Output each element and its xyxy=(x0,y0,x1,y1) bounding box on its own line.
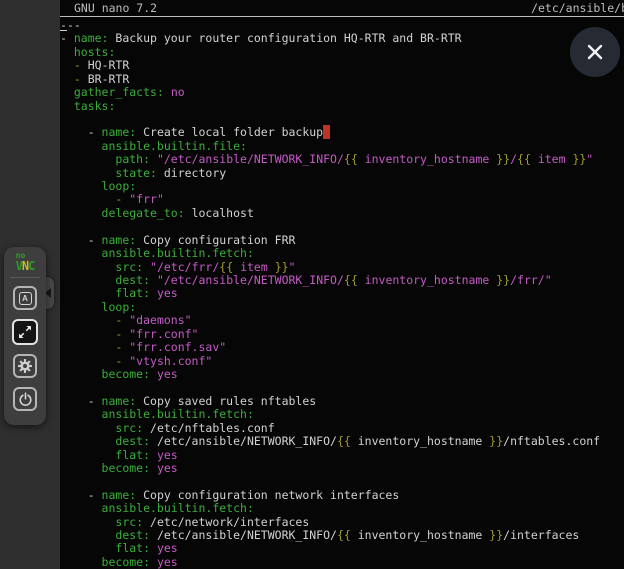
code-line xyxy=(60,220,624,233)
code-line: --- xyxy=(60,19,624,32)
fullscreen-button[interactable] xyxy=(12,319,38,345)
code-line: loop: xyxy=(60,301,624,314)
code-line: - "frr.conf.sav" xyxy=(60,341,624,354)
code-line: ansible.builtin.file: xyxy=(60,140,624,153)
code-line: flat: yes xyxy=(60,287,624,300)
code-line xyxy=(60,113,624,126)
code-line: dest: /etc/ansible/NETWORK_INFO/{{ inven… xyxy=(60,435,624,448)
code-line: - HQ-RTR xyxy=(60,59,624,72)
code-line xyxy=(60,381,624,394)
close-button[interactable] xyxy=(570,27,620,77)
code-line: src: /etc/nftables.conf xyxy=(60,422,624,435)
nano-filename: /etc/ansible/b xyxy=(531,1,624,15)
code-line: state: directory xyxy=(60,167,624,180)
code-line: path: "/etc/ansible/NETWORK_INFO/{{ inve… xyxy=(60,153,624,166)
code-area[interactable]: ---- name: Backup your router configurat… xyxy=(60,19,624,569)
nano-titlebar: GNU nano 7.2 /etc/ansible/b xyxy=(60,0,624,17)
code-line: tasks: xyxy=(60,100,624,113)
nano-version: GNU nano 7.2 xyxy=(60,1,157,15)
close-icon xyxy=(585,42,605,62)
code-line: - name: Copy saved rules nftables xyxy=(60,395,624,408)
code-line: flat: yes xyxy=(60,449,624,462)
code-line: - "vtysh.conf" xyxy=(60,355,624,368)
terminal-window[interactable]: GNU nano 7.2 /etc/ansible/b ---- name: B… xyxy=(60,0,624,569)
code-line: - "frr.conf" xyxy=(60,328,624,341)
settings-button[interactable] xyxy=(13,354,37,378)
code-line: src: /etc/network/interfaces xyxy=(60,516,624,529)
gear-icon xyxy=(17,358,33,374)
code-line: - "daemons" xyxy=(60,314,624,327)
code-line: loop: xyxy=(60,180,624,193)
code-line: - "frr" xyxy=(60,193,624,206)
code-line: ansible.builtin.fetch: xyxy=(60,247,624,260)
code-line: ansible.builtin.fetch: xyxy=(60,408,624,421)
code-line: dest: /etc/ansible/NETWORK_INFO/{{ inven… xyxy=(60,529,624,542)
code-line: dest: "/etc/ansible/NETWORK_INFO/{{ inve… xyxy=(60,274,624,287)
code-line: gather_facts: no xyxy=(60,86,624,99)
code-line: - name: Create local folder backup xyxy=(60,126,624,139)
code-line: ansible.builtin.fetch: xyxy=(60,502,624,515)
code-line: - name: Copy configuration FRR xyxy=(60,234,624,247)
code-line: - BR-RTR xyxy=(60,73,624,86)
code-line: hosts: xyxy=(60,46,624,59)
code-line: flat: yes xyxy=(60,542,624,555)
code-line: become: yes xyxy=(60,556,624,569)
code-line: src: "/etc/frr/{{ item }}" xyxy=(60,261,624,274)
extra-keys-button[interactable]: A xyxy=(13,286,37,310)
vnc-control-bar: no VNC A xyxy=(4,247,46,425)
code-line: delegate_to: localhost xyxy=(60,207,624,220)
code-line: - name: Copy configuration network inter… xyxy=(60,489,624,502)
fullscreen-expand-icon xyxy=(18,325,32,339)
code-line: become: yes xyxy=(60,368,624,381)
power-button[interactable] xyxy=(13,387,37,411)
code-line: become: yes xyxy=(60,462,624,475)
code-line: - name: Backup your router configuration… xyxy=(60,32,624,45)
novnc-logo: no VNC xyxy=(16,252,35,272)
code-line xyxy=(60,475,624,488)
panel-divider xyxy=(10,277,40,278)
keyboard-a-icon: A xyxy=(19,292,32,305)
power-icon xyxy=(18,392,33,407)
